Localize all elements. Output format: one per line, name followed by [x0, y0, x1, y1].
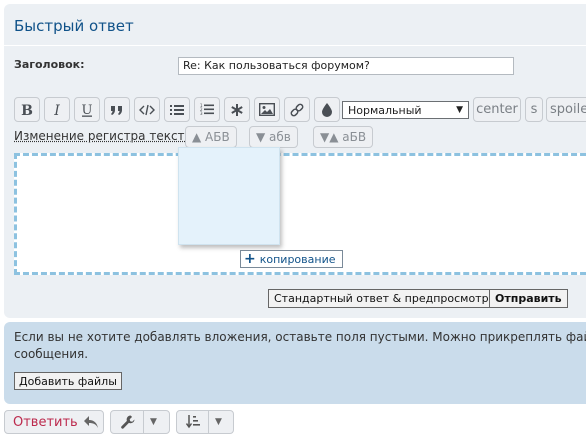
sort-dropdown[interactable]: ▼: [176, 410, 234, 434]
toggle-case-button[interactable]: ▼▲ аБВ: [313, 126, 373, 148]
chevron-down-icon: ▼: [144, 417, 163, 427]
link-icon: [290, 103, 304, 117]
list-icon: [170, 104, 184, 116]
panel-title: Быстрый ответ: [14, 17, 134, 35]
divider: [4, 45, 586, 46]
list-item-button[interactable]: [224, 97, 250, 122]
chevron-down-icon: ▼: [456, 105, 463, 115]
reply-arrow-icon: [84, 416, 98, 428]
copy-tooltip: + копирование: [240, 250, 343, 268]
underline-button[interactable]: U: [74, 97, 100, 122]
image-icon: [259, 103, 275, 116]
svg-text:I: I: [53, 103, 60, 117]
quote-button[interactable]: [104, 97, 130, 122]
drag-ghost: [178, 147, 280, 245]
subject-input[interactable]: Re: Как пользоваться форумом?: [178, 57, 514, 75]
submit-button[interactable]: Отправить: [489, 289, 568, 308]
bold-button[interactable]: B: [14, 97, 40, 122]
subject-label: Заголовок:: [14, 58, 85, 71]
copy-tooltip-label: копирование: [260, 253, 336, 266]
center-button[interactable]: center: [473, 97, 521, 122]
link-button[interactable]: [284, 97, 310, 122]
case-change-label: Изменение регистра текста:: [14, 129, 196, 143]
underline-icon: U: [80, 103, 94, 117]
plus-icon: +: [244, 252, 256, 266]
code-button[interactable]: [134, 97, 160, 122]
uppercase-button[interactable]: ▲ АБВ: [185, 126, 237, 148]
add-files-button[interactable]: Добавить файлы: [14, 372, 122, 390]
list-button[interactable]: [164, 97, 190, 122]
asterisk-icon: [231, 104, 243, 116]
spoiler-button[interactable]: spoile: [546, 97, 586, 122]
color-button[interactable]: [314, 97, 340, 122]
italic-icon: I: [50, 103, 64, 117]
color-drop-icon: [322, 103, 332, 117]
code-icon: [139, 104, 155, 116]
lowercase-button[interactable]: ▼ абв: [249, 126, 298, 148]
bold-icon: B: [20, 103, 34, 117]
attachments-hint: Если вы не хотите добавлять вложения, ос…: [14, 329, 586, 363]
chevron-down-icon: ▼: [209, 417, 228, 427]
attachments-hint-line2: сообщения.: [14, 346, 586, 363]
preview-button[interactable]: Стандартный ответ & предпросмотр: [268, 289, 495, 308]
reply-label: Ответить: [5, 415, 84, 430]
wrench-icon: [111, 415, 143, 429]
image-button[interactable]: [254, 97, 280, 122]
sort-icon: [177, 415, 208, 429]
attachments-hint-line1: Если вы не хотите добавлять вложения, ос…: [14, 329, 586, 346]
s-button[interactable]: s: [525, 97, 543, 122]
font-size-select[interactable]: Нормальный ▼: [342, 101, 469, 119]
quote-icon: [110, 104, 124, 116]
svg-text:U: U: [82, 103, 93, 117]
svg-text:3: 3: [200, 111, 203, 116]
numbered-list-icon: 123: [200, 103, 214, 116]
tools-dropdown[interactable]: ▼: [110, 410, 170, 434]
svg-text:B: B: [21, 103, 33, 117]
font-size-value: Нормальный: [348, 104, 422, 117]
numbered-list-button[interactable]: 123: [194, 97, 220, 122]
italic-button[interactable]: I: [44, 97, 70, 122]
reply-button[interactable]: Ответить: [4, 410, 104, 434]
